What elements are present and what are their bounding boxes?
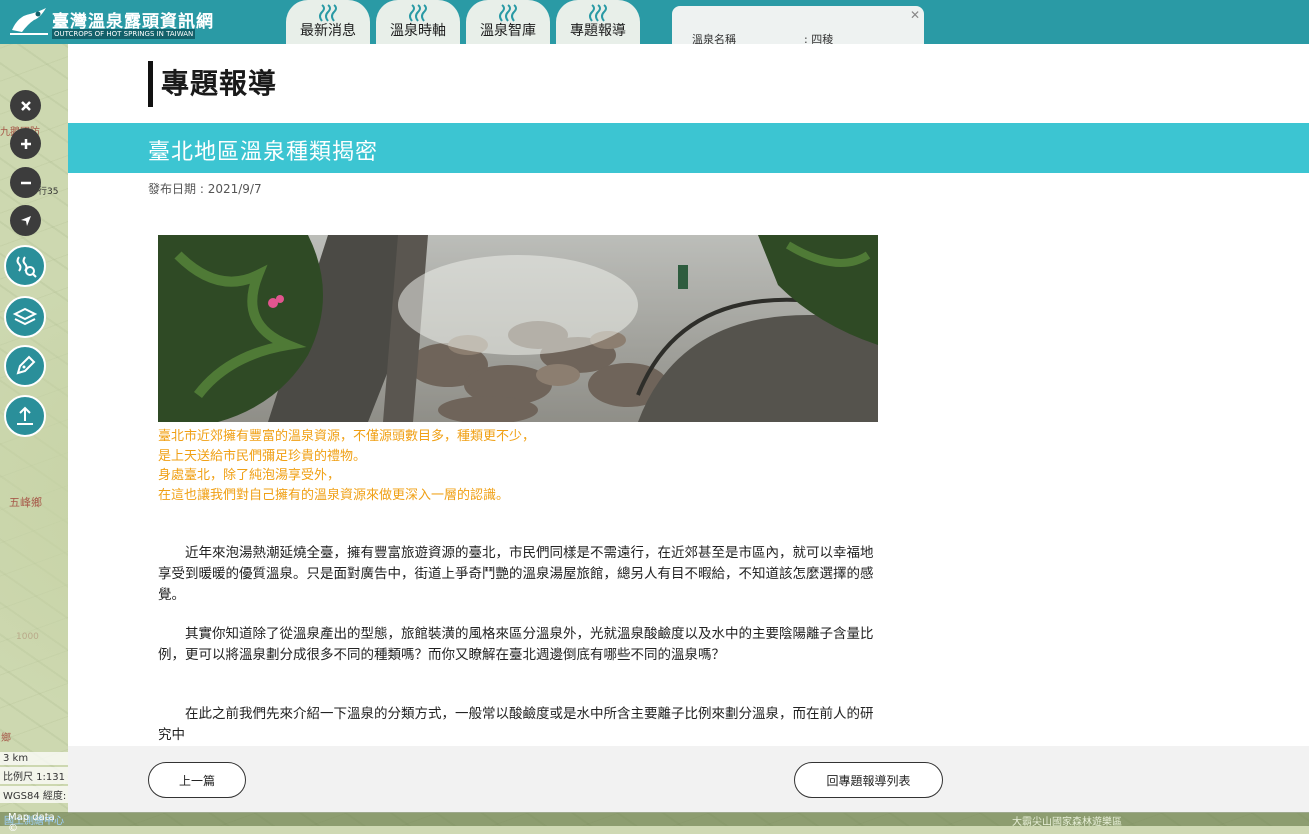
intro-line: 是上天送給市民們彌足珍貴的禮物。 [158, 448, 367, 464]
nav-item-timeline[interactable]: 溫泉時軸 [376, 0, 460, 44]
nav-label: 專題報導 [570, 23, 626, 39]
top-header: 臺灣溫泉露頭資訊網 OUTCROPS OF HOT SPRINGS IN TAI… [0, 0, 1309, 46]
zoom-out-icon [20, 181, 31, 184]
hot-spring-icon [16, 256, 37, 278]
close-map-tool-button[interactable] [10, 90, 41, 121]
nav-label: 最新消息 [300, 23, 356, 39]
date-value: 2021/9/7 [207, 182, 262, 196]
draw-button[interactable] [4, 345, 46, 387]
nav-label: 溫泉智庫 [480, 23, 536, 39]
logo-subtitle: OUTCROPS OF HOT SPRINGS IN TAIWAN [52, 29, 196, 39]
previous-article-button[interactable]: 上一篇 [148, 762, 246, 798]
scale-ratio: 比例尺 1:131 [0, 767, 68, 784]
zoom-in-button[interactable] [10, 128, 41, 159]
upload-icon [17, 406, 33, 425]
projection-readout: WGS84 經度: [0, 786, 68, 803]
close-icon[interactable]: ✕ [910, 8, 920, 22]
date-label: 發布日期 : [148, 182, 204, 196]
publish-date: 發布日期 : 2021/9/7 [148, 180, 262, 197]
layers-icon [12, 307, 38, 326]
nav-item-news[interactable]: 最新消息 [286, 0, 370, 44]
layers-button[interactable] [4, 296, 46, 338]
intro-line: 在這也讓我們對自己擁有的溫泉資源來做更深入一層的認識。 [158, 487, 510, 503]
map-label: 1000 [16, 632, 39, 642]
close-icon [20, 100, 31, 111]
steam-icon [589, 4, 607, 22]
map-scale: 3 km 比例尺 1:131 WGS84 經度: [0, 752, 68, 805]
locate-button[interactable] [10, 205, 41, 236]
nav-item-features[interactable]: 專題報導 [556, 0, 640, 44]
main-nav: 最新消息 溫泉時軸 溫泉智庫 專題報導 [286, 0, 640, 44]
upload-button[interactable] [4, 395, 46, 437]
intro-line: 身處臺北，除了純泡湯享受外， [158, 468, 341, 483]
zoom-out-button[interactable] [10, 167, 41, 198]
article-paragraph: 近年來泡湯熱潮延燒全臺，擁有豐富旅遊資源的臺北，市民們同樣是不需遠行，在近郊甚至… [158, 545, 874, 603]
attribution-prefix: Map data © [8, 812, 55, 834]
hot-spring-photo [158, 235, 878, 422]
scale-bar: 3 km [0, 752, 68, 765]
steam-icon [499, 4, 517, 22]
map-label: 鄉 [1, 733, 11, 744]
nav-label: 溫泉時軸 [390, 23, 446, 39]
edit-icon [16, 355, 36, 375]
modal-header: 專題報導 [68, 44, 1309, 123]
zoom-in-icon [20, 138, 31, 149]
article-title-banner: 臺北地區溫泉種類揭密 [68, 123, 1309, 173]
hot-spring-layer-button[interactable] [4, 245, 46, 287]
map-label: 行35 [38, 187, 59, 197]
article-paragraph: 在此之前我們先來介紹一下溫泉的分類方式，一般常以酸鹼度或是水中所含主要離子比例來… [158, 706, 874, 743]
site-logo[interactable]: 臺灣溫泉露頭資訊網 OUTCROPS OF HOT SPRINGS IN TAI… [6, 4, 213, 40]
map-label: 五峰鄉 [9, 496, 42, 509]
steam-icon [409, 4, 427, 22]
page-title: 專題報導 [148, 61, 277, 107]
steam-icon [319, 4, 337, 22]
modal-footer: 上一篇 回專題報導列表 [68, 746, 1309, 813]
article-title: 臺北地區溫泉種類揭密 [148, 140, 379, 165]
nav-item-knowledge[interactable]: 溫泉智庫 [466, 0, 550, 44]
article-body[interactable]: 臺北市近郊擁有豐富的溫泉資源，不僅源頭數目多，種類更不少， 是上天送給市民們彌足… [158, 235, 878, 747]
back-to-list-button[interactable]: 回專題報導列表 [794, 762, 943, 798]
locate-icon [20, 215, 31, 226]
logo-mark [10, 8, 48, 35]
article-paragraph: 其實你知道除了從溫泉產出的型態，旅館裝潢的風格來區分溫泉外，光就溫泉酸鹼度以及水… [158, 626, 874, 663]
article-intro: 臺北市近郊擁有豐富的溫泉資源，不僅源頭數目多，種類更不少， 是上天送給市民們彌足… [158, 427, 878, 505]
intro-line: 臺北市近郊擁有豐富的溫泉資源，不僅源頭數目多，種類更不少， [158, 429, 536, 444]
feature-article-modal: 專題報導 臺北地區溫泉種類揭密 發布日期 : 2021/9/7 臺北市近郊擁有豐… [68, 44, 1309, 813]
search-result-panel: ✕ 溫泉名稱 : 四稜 [672, 6, 924, 46]
